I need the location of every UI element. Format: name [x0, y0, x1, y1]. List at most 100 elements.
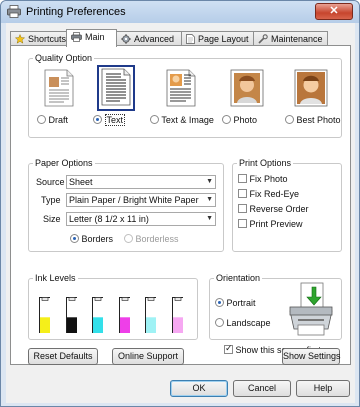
quality-option-group: Quality Option Draft Text Text & Image P… [28, 53, 342, 138]
chevron-down-icon: ▼ [206, 215, 213, 222]
quality-photo-label: Photo [233, 115, 258, 125]
portrait-option[interactable]: Portrait [215, 298, 256, 308]
chevron-down-icon: ▼ [206, 178, 213, 185]
text-image-document-icon [166, 69, 196, 107]
draft-document-icon [44, 69, 74, 107]
ink-level-fill-1 [40, 317, 50, 333]
quality-text-radio[interactable] [93, 115, 102, 124]
type-value: Plain Paper / Bright White Paper [69, 195, 199, 205]
print-preview-checkbox[interactable] [238, 219, 247, 228]
borderless-label: Borderless [135, 234, 179, 244]
online-support-button[interactable]: Online Support [112, 348, 184, 365]
type-select[interactable]: Plain Paper / Bright White Paper ▼ [66, 193, 216, 207]
printer-portrait-icon [289, 282, 333, 336]
quality-best-photo-label: Best Photo [296, 115, 341, 125]
quality-text-image-label: Text & Image [161, 115, 214, 125]
print-preview-option[interactable]: Print Preview [238, 219, 303, 229]
photo-icon [230, 69, 264, 107]
source-value: Sheet [69, 177, 93, 187]
title-bar[interactable]: Printing Preferences ✕ [1, 1, 359, 23]
page-icon [186, 34, 195, 44]
borders-label: Borders [81, 234, 114, 244]
landscape-option[interactable]: Landscape [215, 318, 271, 328]
show-settings-button[interactable]: Show Settings [282, 348, 341, 365]
quality-text-image-radio[interactable] [150, 115, 159, 124]
reverse-order-label: Reverse Order [249, 204, 309, 214]
tab-advanced-label: Advanced [134, 34, 175, 44]
orientation-legend: Orientation [216, 273, 261, 283]
ink-cartridge-3 [92, 297, 103, 333]
main-tab-panel: Quality Option Draft Text Text & Image P… [10, 45, 351, 365]
tab-advanced[interactable]: Advanced [116, 31, 182, 46]
close-button[interactable]: ✕ [315, 3, 353, 20]
ink-level-fill-2 [66, 317, 77, 333]
ink-level-fill-3 [93, 317, 103, 333]
tab-maintenance-label: Maintenance [271, 34, 323, 44]
tab-maintenance[interactable]: Maintenance [253, 31, 328, 46]
star-icon [14, 33, 26, 44]
ink-level-fill-4 [119, 317, 130, 333]
fix-red-eye-option[interactable]: Fix Red-Eye [238, 189, 299, 199]
ink-cartridge-1 [39, 297, 50, 333]
chevron-down-icon: ▼ [206, 196, 213, 203]
fix-photo-label: Fix Photo [249, 174, 288, 184]
tab-page-layout[interactable]: Page Layout [181, 31, 254, 46]
ink-levels-group: Ink Levels [28, 273, 198, 340]
borders-radio[interactable] [70, 234, 79, 243]
size-select[interactable]: Letter (8 1/2 x 11 in) ▼ [66, 212, 216, 226]
ink-cartridge-5 [145, 297, 156, 333]
window-title: Printing Preferences [26, 6, 126, 18]
reset-defaults-button[interactable]: Reset Defaults [28, 348, 98, 365]
ink-levels-legend: Ink Levels [35, 273, 76, 283]
quality-draft-radio[interactable] [37, 115, 46, 124]
dialog-body: Shortcuts Main Advanced Page Layout Main… [6, 23, 355, 403]
text-document-icon [101, 68, 131, 106]
reverse-order-checkbox[interactable] [238, 204, 247, 213]
orientation-group: Orientation Portrait Landscape [209, 273, 342, 340]
help-button[interactable]: Help [296, 380, 350, 397]
paper-options-legend: Paper Options [35, 158, 93, 168]
cancel-button[interactable]: Cancel [233, 380, 291, 397]
ink-level-fill-5 [146, 317, 156, 333]
fix-red-eye-label: Fix Red-Eye [249, 189, 300, 199]
best-photo-icon [294, 69, 328, 107]
tab-main[interactable]: Main [66, 29, 117, 47]
landscape-radio[interactable] [215, 318, 224, 327]
print-preview-label: Print Preview [249, 219, 303, 229]
printer-icon [7, 5, 21, 18]
ink-level-fill-6 [172, 317, 183, 333]
show-screen-first-checkbox[interactable] [224, 343, 233, 354]
tab-main-label: Main [85, 32, 105, 42]
quality-photo-radio[interactable] [222, 115, 231, 124]
fix-photo-option[interactable]: Fix Photo [238, 174, 288, 184]
portrait-radio[interactable] [215, 298, 224, 307]
ok-button[interactable]: OK [170, 380, 228, 397]
print-options-legend: Print Options [239, 158, 292, 168]
gear-icon [121, 34, 131, 44]
fix-red-eye-checkbox[interactable] [238, 189, 247, 198]
tab-shortcuts-label: Shortcuts [28, 34, 67, 44]
tab-page-layout-label: Page Layout [198, 34, 249, 44]
landscape-label: Landscape [226, 318, 271, 328]
printer-icon [71, 32, 82, 42]
size-label: Size [43, 214, 61, 224]
type-label: Type [41, 195, 61, 205]
wrench-icon [258, 34, 268, 44]
borderless-radio [124, 234, 133, 243]
print-options-group: Print Options Fix Photo Fix Red-Eye Reve… [232, 158, 342, 252]
quality-best-photo-radio[interactable] [285, 115, 294, 124]
borderless-option: Borderless [124, 234, 179, 244]
ink-cartridge-4 [118, 297, 130, 333]
fix-photo-checkbox[interactable] [238, 174, 247, 183]
quality-text-label: Text [104, 114, 126, 126]
printing-preferences-window: Printing Preferences ✕ Shortcuts Main Ad… [0, 0, 360, 407]
source-select[interactable]: Sheet ▼ [66, 175, 216, 189]
ink-cartridge-2 [65, 297, 77, 333]
reverse-order-option[interactable]: Reverse Order [238, 204, 309, 214]
tab-shortcuts[interactable]: Shortcuts [10, 31, 67, 46]
ink-cartridge-6 [171, 297, 183, 333]
borders-option[interactable]: Borders [70, 234, 113, 244]
size-value: Letter (8 1/2 x 11 in) [69, 214, 149, 224]
portrait-label: Portrait [226, 298, 256, 308]
paper-options-group: Paper Options Source Sheet ▼ Type Plain … [28, 158, 224, 252]
